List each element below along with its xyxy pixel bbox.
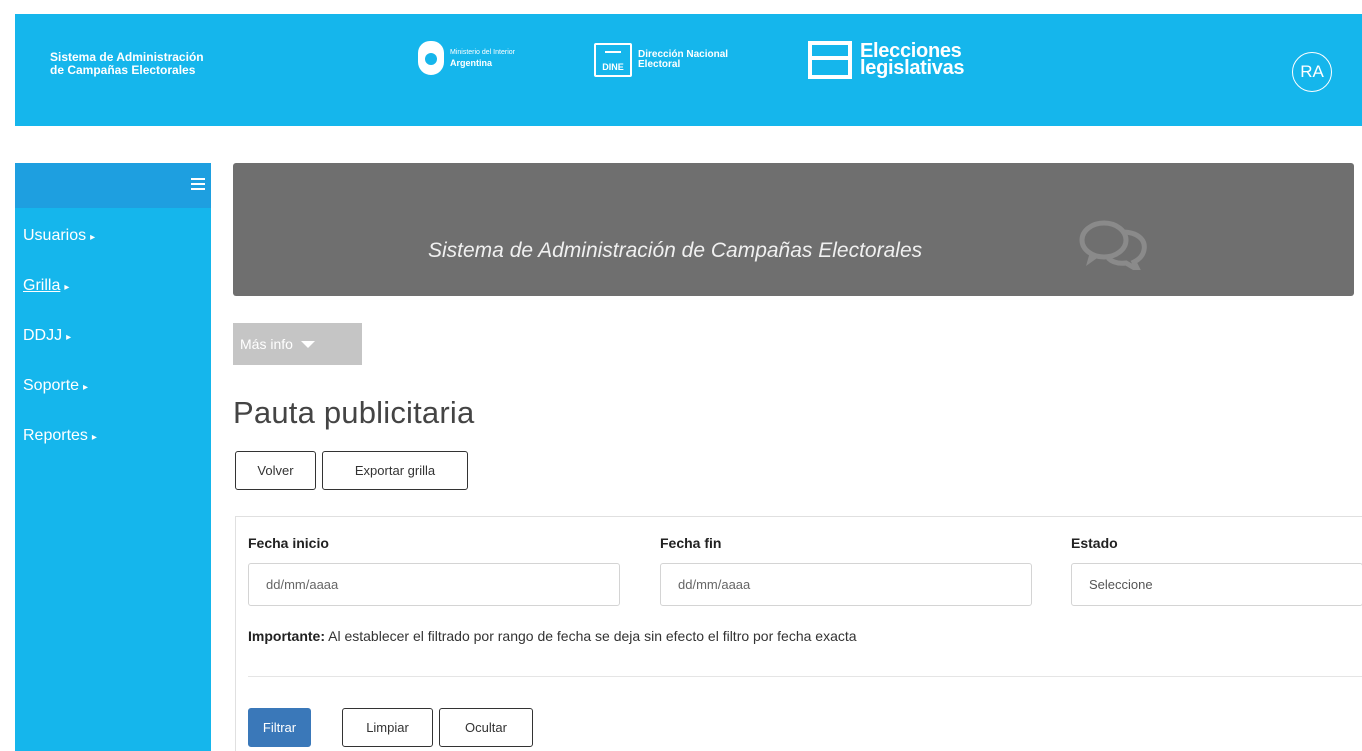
sidebar-menu: Usuarios ▸ Grilla ▸ DDJJ ▸ Soporte ▸ Reporte… [15, 208, 211, 475]
sidebar: Usuarios ▸ Grilla ▸ DDJJ ▸ Soporte ▸ Reporte… [15, 163, 211, 751]
sidebar-item-label: Reportes [23, 427, 88, 444]
ministerio-line-2: Argentina [450, 58, 493, 68]
estado-selected-value: Seleccione [1089, 577, 1153, 592]
estado-label: Estado [1071, 535, 1118, 551]
chat-bubbles-icon [1079, 220, 1147, 270]
mas-info-button[interactable]: Más info [233, 323, 362, 365]
ministerio-line-1: Ministerio del Interior [450, 49, 515, 56]
ballot-box-icon [808, 41, 852, 79]
dine-box-icon: DINE [594, 43, 632, 77]
limpiar-button[interactable]: Limpiar [342, 708, 433, 747]
important-text: Al establecer el filtrado por rango de f… [325, 628, 857, 644]
sidebar-item-label: Soporte [23, 377, 80, 394]
important-note: Importante: Al establecer el filtrado po… [248, 628, 857, 644]
elecciones-logo: Elecciones legislativas [808, 41, 965, 79]
sidebar-item-label: Grilla [23, 277, 61, 294]
top-header: Sistema de Administración de Campañas El… [15, 14, 1362, 126]
banner-title: Sistema de Administración de Campañas El… [428, 239, 923, 262]
sidebar-item-ddjj[interactable]: DDJJ ▸ [15, 325, 211, 375]
sidebar-item-label: Usuarios [23, 227, 87, 244]
sidebar-toggle-button[interactable] [15, 163, 211, 208]
fecha-inicio-input[interactable] [248, 563, 620, 606]
caret-right-icon: ▸ [64, 282, 70, 293]
fecha-fin-input[interactable] [660, 563, 1032, 606]
app-brand[interactable]: Sistema de Administración de Campañas El… [50, 51, 250, 77]
filter-panel: Fecha inicio Fecha fin Estado Seleccione… [235, 516, 1362, 751]
caret-right-icon: ▸ [90, 232, 96, 243]
caret-right-icon: ▸ [91, 432, 97, 443]
filtrar-button[interactable]: Filtrar [248, 708, 311, 747]
fecha-fin-label: Fecha fin [660, 535, 722, 551]
chevron-down-icon [300, 340, 315, 348]
page-title: Pauta publicitaria [233, 395, 475, 430]
user-avatar[interactable]: RA [1292, 52, 1332, 92]
page-banner: Sistema de Administración de Campañas El… [233, 163, 1354, 296]
brand-line-2: de Campañas Electorales [50, 63, 196, 77]
caret-right-icon: ▸ [83, 382, 89, 393]
ministerio-logo: Ministerio del Interior Argentina [418, 41, 515, 75]
dine-line-2: Electoral [638, 59, 681, 70]
fecha-inicio-label: Fecha inicio [248, 535, 329, 551]
sidebar-item-label: DDJJ [23, 327, 63, 344]
sidebar-item-soporte[interactable]: Soporte ▸ [15, 375, 211, 425]
hamburger-icon[interactable] [191, 178, 205, 190]
elecciones-line-2: legislativas [860, 57, 965, 79]
divider [248, 676, 1362, 677]
sidebar-item-reportes[interactable]: Reportes ▸ [15, 425, 211, 475]
estado-select[interactable]: Seleccione [1071, 563, 1362, 606]
ocultar-button[interactable]: Ocultar [439, 708, 533, 747]
important-label: Importante: [248, 628, 325, 644]
sidebar-item-grilla[interactable]: Grilla ▸ [15, 275, 211, 325]
volver-button[interactable]: Volver [235, 451, 316, 490]
exportar-grilla-button[interactable]: Exportar grilla [322, 451, 468, 490]
dine-logo-text: DINE [602, 62, 624, 72]
dine-logo: DINE Dirección Nacional Electoral [594, 43, 728, 77]
mas-info-label: Más info [240, 336, 293, 352]
sidebar-item-usuarios[interactable]: Usuarios ▸ [15, 225, 211, 275]
caret-right-icon: ▸ [66, 332, 72, 343]
argentina-shield-icon [418, 41, 444, 75]
